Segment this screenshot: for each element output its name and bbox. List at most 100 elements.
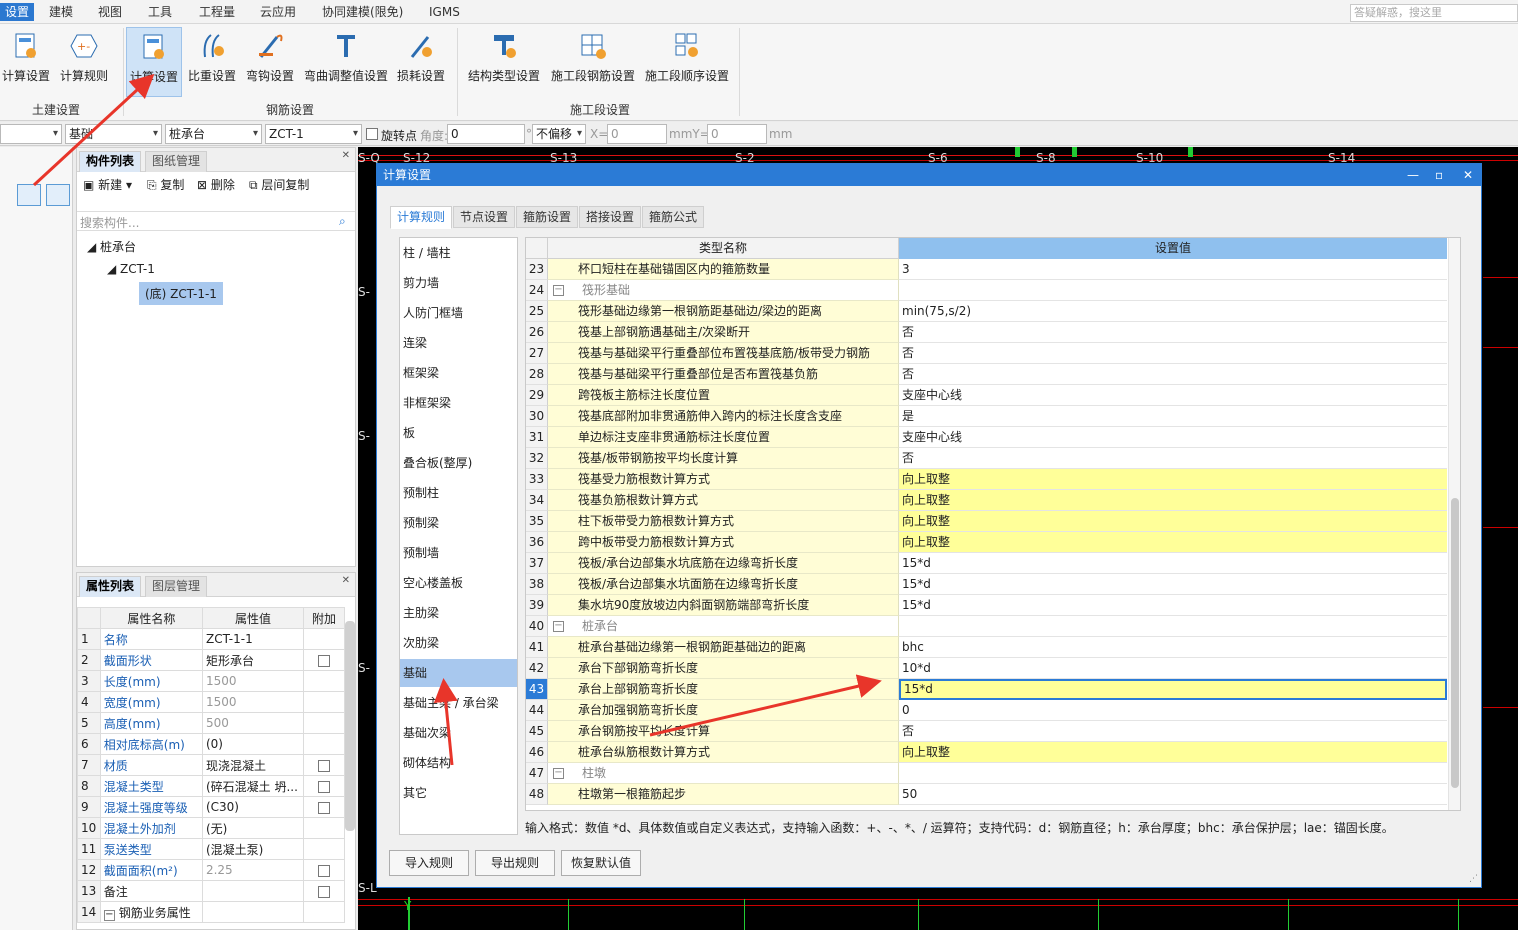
restore-defaults-button[interactable]: 恢复默认值 (561, 850, 641, 876)
rule-row[interactable]: 34 筏基负筋根数计算方式 向上取整 (526, 490, 1447, 511)
list-view-icon[interactable] (17, 184, 41, 206)
close-icon[interactable]: ✕ (342, 575, 350, 586)
menu-igms[interactable]: IGMS (429, 3, 460, 21)
menu-quantity[interactable]: 工程量 (199, 3, 235, 21)
maximize-icon[interactable]: ▫ (1435, 164, 1443, 186)
tab-calc-rules[interactable]: 计算规则 (390, 206, 453, 229)
category-item[interactable]: 连梁 (400, 329, 517, 357)
tab-drawing-manage[interactable]: 图纸管理 (145, 151, 208, 172)
rule-value[interactable]: 向上取整 (899, 490, 1447, 511)
collapse-icon[interactable]: − (553, 768, 564, 779)
property-row[interactable]: 9 混凝土强度等级 (C30) (77, 796, 345, 818)
property-row[interactable]: 10 混凝土外加剂 (无) (77, 817, 345, 839)
rule-row[interactable]: 33 筏基受力筋根数计算方式 向上取整 (526, 469, 1447, 490)
hook-settings-button[interactable]: 弯钩设置 (244, 27, 296, 95)
property-row[interactable]: 1 名称 ZCT-1-1 (77, 628, 345, 650)
rule-value[interactable]: 向上取整 (899, 532, 1447, 553)
menu-tools[interactable]: 工具 (148, 3, 172, 21)
rule-row[interactable]: 43 承台上部钢筋弯折长度 15*d (526, 679, 1447, 700)
stage-order-settings-button[interactable]: 施工段顺序设置 (642, 27, 732, 95)
rule-row[interactable]: 36 跨中板带受力筋根数计算方式 向上取整 (526, 532, 1447, 553)
rule-value[interactable]: 向上取整 (899, 742, 1447, 763)
density-settings-button[interactable]: 比重设置 (186, 27, 238, 95)
rule-value[interactable]: 支座中心线 (899, 385, 1447, 406)
category-item[interactable]: 预制梁 (400, 509, 517, 537)
property-value[interactable]: 矩形承台 (201, 649, 305, 671)
tab-component-list[interactable]: 构件列表 (79, 151, 142, 172)
copy-button[interactable]: ⎘ 复制 (147, 176, 184, 193)
rule-value[interactable]: 否 (899, 343, 1447, 364)
category-item[interactable]: 柱 / 墙柱 (400, 239, 517, 267)
rule-value[interactable]: 是 (899, 406, 1447, 427)
element-type-combo[interactable]: 桩承台 (165, 124, 262, 144)
scrollbar-thumb[interactable] (1451, 498, 1459, 788)
rule-value[interactable] (899, 763, 1447, 784)
property-value[interactable]: (C30) (201, 796, 305, 818)
property-value[interactable]: ZCT-1-1 (201, 628, 305, 650)
property-row[interactable]: 13 备注 (77, 880, 345, 902)
rule-row[interactable]: 38 筏板/承台边部集水坑面筋在边缘弯折长度 15*d (526, 574, 1447, 595)
grid-scrollbar[interactable] (1448, 238, 1460, 810)
property-scrollbar[interactable] (345, 621, 355, 831)
rule-value[interactable]: 否 (899, 364, 1447, 385)
minimize-icon[interactable]: — (1407, 164, 1419, 186)
rule-value[interactable]: 0 (899, 700, 1447, 721)
rule-value[interactable] (899, 280, 1447, 301)
rule-row[interactable]: 39 集水坑90度放坡边内斜面钢筋端部弯折长度 15*d (526, 595, 1447, 616)
property-value[interactable]: (0) (201, 733, 305, 755)
rule-value[interactable]: 否 (899, 448, 1447, 469)
tab-lap-settings[interactable]: 搭接设置 (579, 206, 642, 228)
rebar-calc-settings-button[interactable]: 计算设置 (126, 27, 182, 97)
rule-row[interactable]: 31 单边标注支座非贯通筋标注长度位置 支座中心线 (526, 427, 1447, 448)
close-icon[interactable]: ✕ (1463, 164, 1473, 186)
component-search-input[interactable]: 搜索构件... (77, 211, 355, 231)
rule-row[interactable]: 37 筏板/承台边部集水坑底筋在边缘弯折长度 15*d (526, 553, 1447, 574)
rule-value[interactable]: 15*d (899, 595, 1447, 616)
category-item[interactable]: 基础主梁 / 承台梁 (400, 689, 517, 717)
category-item[interactable]: 其它 (400, 779, 517, 807)
rule-value[interactable]: 向上取整 (899, 511, 1447, 532)
property-value[interactable]: (无) (201, 817, 305, 839)
group-row[interactable]: 47− 柱墩 (526, 763, 1447, 784)
property-row[interactable]: 14− 钢筋业务属性 (77, 901, 345, 923)
category-item[interactable]: 次肋梁 (400, 629, 517, 657)
property-row[interactable]: 11 泵送类型 (混凝土泵) (77, 838, 345, 860)
category-item[interactable]: 人防门框墙 (400, 299, 517, 327)
category-item[interactable]: 基础次梁 (400, 719, 517, 747)
rule-value[interactable]: 15*d (899, 553, 1447, 574)
category-item[interactable]: 主肋梁 (400, 599, 517, 627)
tree-node-zct1[interactable]: ◢ ZCT-1 (107, 262, 155, 276)
tab-layer-manage[interactable]: 图层管理 (145, 576, 208, 597)
rule-value[interactable]: 15*d (899, 574, 1447, 595)
property-value[interactable]: (混凝土泵) (201, 838, 305, 860)
floor-copy-button[interactable]: ⧉ 层间复制 (249, 176, 309, 193)
menu-modeling[interactable]: 建模 (49, 3, 73, 21)
rotate-point-checkbox[interactable] (366, 128, 378, 140)
rule-row[interactable]: 32 筏基/板带钢筋按平均长度计算否 (526, 448, 1447, 469)
new-button[interactable]: ▣ 新建 ▾ (83, 176, 132, 193)
structure-type-settings-button[interactable]: 结构类型设置 (466, 27, 542, 95)
category-item[interactable]: 砌体结构 (400, 749, 517, 777)
rule-value[interactable]: 支座中心线 (899, 427, 1447, 448)
collapse-icon[interactable]: − (553, 621, 564, 632)
property-row[interactable]: 3 长度(mm) 1500 (77, 670, 345, 692)
search-input[interactable]: 答疑解惑，搜这里 (1350, 4, 1518, 22)
rule-value[interactable]: 否 (899, 322, 1447, 343)
tab-stirrup-settings[interactable]: 箍筋设置 (516, 206, 579, 228)
rule-row[interactable]: 45 承台钢筋按平均长度计算否 (526, 721, 1447, 742)
property-row[interactable]: 7 材质 现浇混凝土 (77, 754, 345, 776)
property-value[interactable] (201, 901, 305, 923)
stage-rebar-settings-button[interactable]: 施工段钢筋设置 (548, 27, 638, 95)
civil-calc-settings-button[interactable]: 计算设置 (2, 27, 50, 95)
tab-property-list[interactable]: 属性列表 (79, 576, 142, 597)
civil-calc-rules-button[interactable]: +- 计算规则 (56, 27, 112, 95)
export-rules-button[interactable]: 导出规则 (475, 850, 555, 876)
close-icon[interactable]: ✕ (342, 150, 350, 161)
property-row[interactable]: 4 宽度(mm) 1500 (77, 691, 345, 713)
property-row[interactable]: 8 混凝土类型 (碎石混凝土 坍... (77, 775, 345, 797)
category-item[interactable]: 空心楼盖板 (400, 569, 517, 597)
rule-row[interactable]: 26 筏基上部钢筋遇基础主/次梁断开否 (526, 322, 1447, 343)
angle-input[interactable]: 0 (447, 124, 525, 144)
rule-row[interactable]: 28 筏基与基础梁平行重叠部位是否布置筏基负筋否 (526, 364, 1447, 385)
y-input[interactable]: 0 (707, 124, 767, 144)
